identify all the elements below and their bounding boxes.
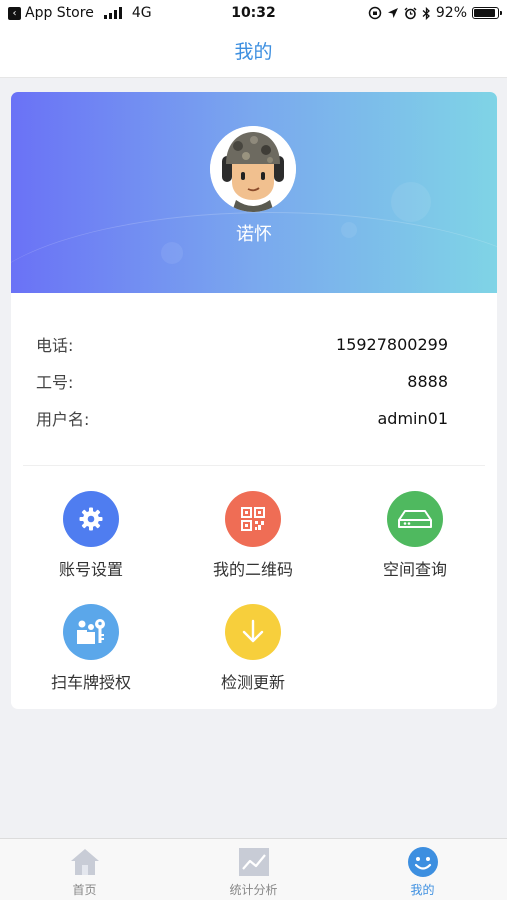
tab-home-label: 首页: [72, 883, 97, 897]
check-update-label: 检测更新: [220, 673, 285, 692]
battery-fill: [474, 9, 496, 17]
username-label: 用户名:: [36, 410, 90, 429]
employee-id-label: 工号:: [36, 373, 74, 392]
battery-percent: 92%: [435, 5, 467, 21]
banner-bubble: [391, 182, 431, 222]
employee-id-value: 8888: [407, 371, 448, 391]
tab-home[interactable]: 首页: [0, 839, 169, 900]
profile-banner: 诺怀: [11, 92, 497, 293]
location-icon: [387, 8, 398, 18]
tab-bar: 首页 统计分析 我的: [0, 838, 507, 900]
soldier-avatar-icon: [210, 126, 296, 212]
tab-mine-label: 我的: [410, 883, 435, 897]
qr-code-icon: [241, 507, 265, 531]
space-query-circle: [387, 491, 443, 547]
my-qr-code-circle: [225, 491, 281, 547]
tab-mine[interactable]: 我的: [338, 839, 507, 900]
alarm-icon: [404, 7, 417, 19]
gear-icon: [79, 507, 103, 531]
nav-title: 我的: [0, 28, 507, 78]
my-qr-code-label: 我的二维码: [212, 560, 293, 579]
username-value: admin01: [377, 408, 449, 428]
user-name: 诺怀: [236, 224, 272, 245]
smiley-icon: [407, 846, 439, 878]
account-settings-button[interactable]: 账号设置: [21, 491, 161, 591]
check-update-circle: [225, 604, 281, 660]
my-qr-code-button[interactable]: 我的二维码: [183, 491, 323, 591]
people-key-icon: [77, 619, 105, 644]
chart-icon: [238, 846, 270, 878]
avatar[interactable]: [210, 126, 296, 212]
account-settings-label: 账号设置: [58, 560, 123, 579]
space-query-button[interactable]: 空间查询: [345, 491, 485, 591]
plate-scan-auth-label: 扫车牌授权: [50, 673, 131, 692]
plate-scan-auth-button[interactable]: 扫车牌授权: [21, 604, 161, 704]
status-bar: ‹ App Store 4G 10:32 92%: [0, 0, 507, 28]
info-row-username: 用户名: admin01: [36, 406, 448, 430]
info-row-employee-id: 工号: 8888: [36, 369, 448, 393]
divider: [23, 465, 485, 466]
status-right: 92%: [368, 5, 502, 21]
lock-rotation-icon: [368, 6, 382, 20]
space-query-label: 空间查询: [382, 560, 447, 579]
phone-label: 电话:: [36, 336, 74, 355]
home-icon: [69, 846, 101, 878]
check-update-button[interactable]: 检测更新: [183, 604, 323, 704]
plate-scan-auth-circle: [63, 604, 119, 660]
download-arrow-icon: [242, 619, 264, 643]
bluetooth-icon: [422, 6, 430, 20]
storage-icon: [398, 510, 432, 528]
phone-value: 15927800299: [336, 334, 448, 354]
tab-statistics[interactable]: 统计分析: [169, 839, 338, 900]
account-settings-circle: [63, 491, 119, 547]
battery-icon: [472, 7, 502, 19]
profile-card: 诺怀 电话: 15927800299 工号: 8888 用户名: admin01: [11, 92, 497, 709]
tab-statistics-label: 统计分析: [229, 883, 278, 897]
info-row-phone: 电话: 15927800299: [36, 332, 448, 356]
